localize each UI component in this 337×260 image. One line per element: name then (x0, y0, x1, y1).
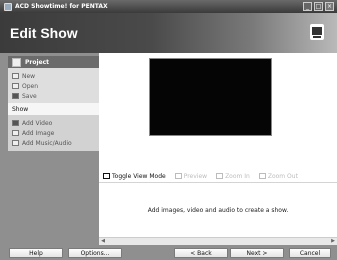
show-item-add-image[interactable]: Add Image (12, 128, 97, 138)
show-section-header: Show (8, 103, 99, 115)
cancel-button[interactable]: Cancel (289, 248, 331, 258)
help-button[interactable]: Help (9, 248, 63, 258)
project-item-open[interactable]: Open (12, 81, 97, 91)
zoom-out-button[interactable]: Zoom Out (258, 172, 298, 180)
preview-screen (149, 58, 272, 136)
window-title: ACD Showtime! for PENTAX (15, 3, 108, 10)
header-banner: Edit Show (0, 13, 337, 53)
preview-area (99, 53, 337, 170)
project-items: New Open Save (8, 68, 99, 104)
scroll-right-icon[interactable]: ▶ (329, 238, 337, 245)
project-item-save[interactable]: Save (12, 91, 97, 101)
view-mode-icon (103, 173, 110, 179)
new-icon (12, 73, 19, 79)
preview-icon (174, 173, 182, 179)
music-icon (12, 140, 19, 146)
zoom-out-icon (258, 173, 266, 179)
project-item-label: Save (22, 92, 37, 100)
preview-button[interactable]: Preview (174, 172, 208, 180)
media-timeline[interactable]: Add images, video and audio to create a … (99, 182, 337, 237)
task-panel: Project New Open Save Show Add Video Add… (0, 53, 99, 245)
minimize-button[interactable]: _ (303, 2, 312, 11)
project-section: Project New Open Save (8, 56, 99, 104)
options-button[interactable]: Options... (68, 248, 122, 258)
scroll-left-icon[interactable]: ◀ (99, 238, 107, 245)
zoom-in-label: Zoom In (225, 172, 250, 180)
show-item-add-music[interactable]: Add Music/Audio (12, 138, 97, 148)
show-heading: Show (12, 105, 29, 113)
show-items: Add Video Add Image Add Music/Audio (8, 115, 99, 151)
video-icon (12, 120, 19, 126)
project-item-label: Open (22, 82, 39, 90)
empty-show-message: Add images, video and audio to create a … (147, 207, 289, 214)
bottom-button-bar: Help Options... < Back Next > Cancel (0, 245, 337, 260)
zoom-in-icon (216, 173, 224, 179)
maximize-button[interactable]: □ (314, 2, 323, 11)
save-icon (12, 93, 19, 99)
back-button[interactable]: < Back (174, 248, 228, 258)
show-item-label: Add Music/Audio (22, 139, 72, 147)
show-section: Show Add Video Add Image Add Music/Audio (8, 103, 99, 151)
project-item-label: New (22, 72, 36, 80)
preview-label: Preview (183, 172, 208, 180)
next-button[interactable]: Next > (230, 248, 284, 258)
open-icon (12, 83, 19, 89)
app-icon (4, 2, 12, 11)
close-button[interactable]: × (325, 2, 334, 11)
zoom-in-button[interactable]: Zoom In (216, 173, 250, 180)
slideshow-icon (310, 24, 324, 40)
show-item-label: Add Image (22, 129, 55, 137)
title-bar: ACD Showtime! for PENTAX _ □ × (0, 0, 337, 13)
view-toolbar: Toggle View Mode Preview Zoom In Zoom Ou… (99, 170, 337, 182)
zoom-out-label: Zoom Out (267, 172, 298, 180)
project-heading: Project (25, 58, 50, 66)
project-section-header: Project (8, 56, 99, 68)
window-controls: _ □ × (303, 2, 334, 11)
image-icon (12, 130, 19, 136)
project-item-new[interactable]: New (12, 71, 97, 81)
project-icon (12, 57, 21, 67)
show-item-add-video[interactable]: Add Video (12, 118, 97, 128)
toggle-view-mode-label: Toggle View Mode (112, 172, 166, 180)
horizontal-scrollbar[interactable]: ◀ ▶ (99, 237, 337, 245)
page-title: Edit Show (10, 25, 78, 41)
toggle-view-mode-button[interactable]: Toggle View Mode (103, 173, 166, 180)
show-item-label: Add Video (22, 119, 53, 127)
